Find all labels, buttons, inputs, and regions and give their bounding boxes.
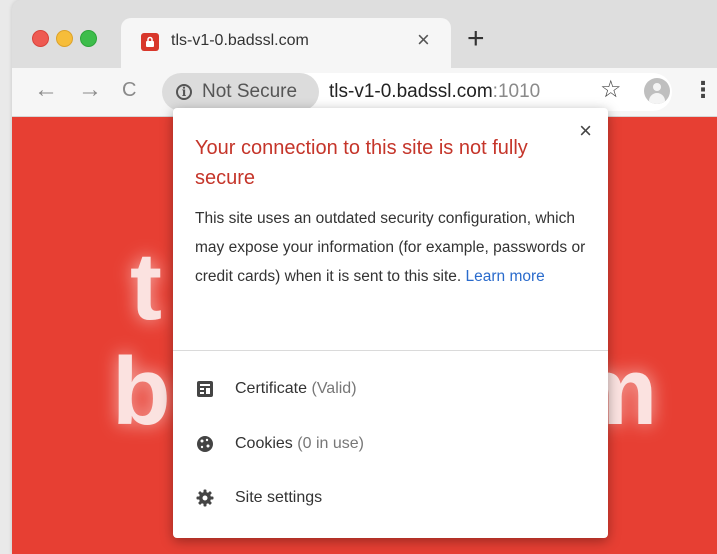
url-port: :1010 [492,81,541,102]
site-settings-row[interactable]: Site settings [195,483,322,513]
certificate-label: Certificate [235,380,308,397]
popup-title: Your connection to this site is not full… [195,137,528,189]
tab-title: tls-v1-0.badssl.com [171,32,309,49]
site-settings-label: Site settings [235,489,323,506]
cookies-row[interactable]: Cookies (0 in use) [195,429,364,459]
cookies-count: (0 in use) [297,435,364,452]
url-text[interactable]: tls-v1-0.badssl.com:1010 [329,81,540,103]
tab-active[interactable]: tls-v1-0.badssl.com × [121,18,451,68]
certificate-icon [195,379,215,399]
tab-strip: tls-v1-0.badssl.com × + [12,0,717,68]
divider [173,350,608,351]
site-info-popup: × Your connection to this site is not fu… [173,108,608,538]
profile-avatar[interactable] [644,78,670,104]
reload-button[interactable]: C [122,76,136,104]
security-indicator-button[interactable]: i Not Secure [162,73,319,111]
security-label: Not Secure [202,81,298,102]
cookie-icon [195,434,215,454]
close-icon[interactable]: × [579,120,592,142]
info-icon: i [176,84,192,100]
close-window-button[interactable] [32,30,49,47]
tab-close-icon[interactable]: × [417,29,430,51]
back-button[interactable]: ← [34,76,58,104]
menu-kebab-icon[interactable]: ⋮ [692,76,714,104]
certificate-row[interactable]: Certificate (Valid) [195,374,357,404]
address-bar[interactable]: i Not Secure tls-v1-0.badssl.com:1010 [162,73,672,111]
lock-warning-icon [141,33,159,51]
browser-window: tls-v1-0.badssl.com × + ← → C i Not Secu… [12,0,717,554]
cookies-label: Cookies [235,435,293,452]
minimize-window-button[interactable] [56,30,73,47]
bookmark-star-icon[interactable]: ☆ [600,78,622,102]
maximize-window-button[interactable] [80,30,97,47]
certificate-status: (Valid) [311,380,357,397]
page-heading-fragment-t: t [130,233,162,340]
page-heading-fragment-b: b [112,338,171,445]
url-host: tls-v1-0.badssl.com [329,81,493,102]
forward-button[interactable]: → [78,76,102,104]
learn-more-link[interactable]: Learn more [466,268,545,285]
new-tab-button[interactable]: + [467,24,485,54]
gear-icon [195,488,215,508]
popup-description: This site uses an outdated security conf… [195,204,595,291]
